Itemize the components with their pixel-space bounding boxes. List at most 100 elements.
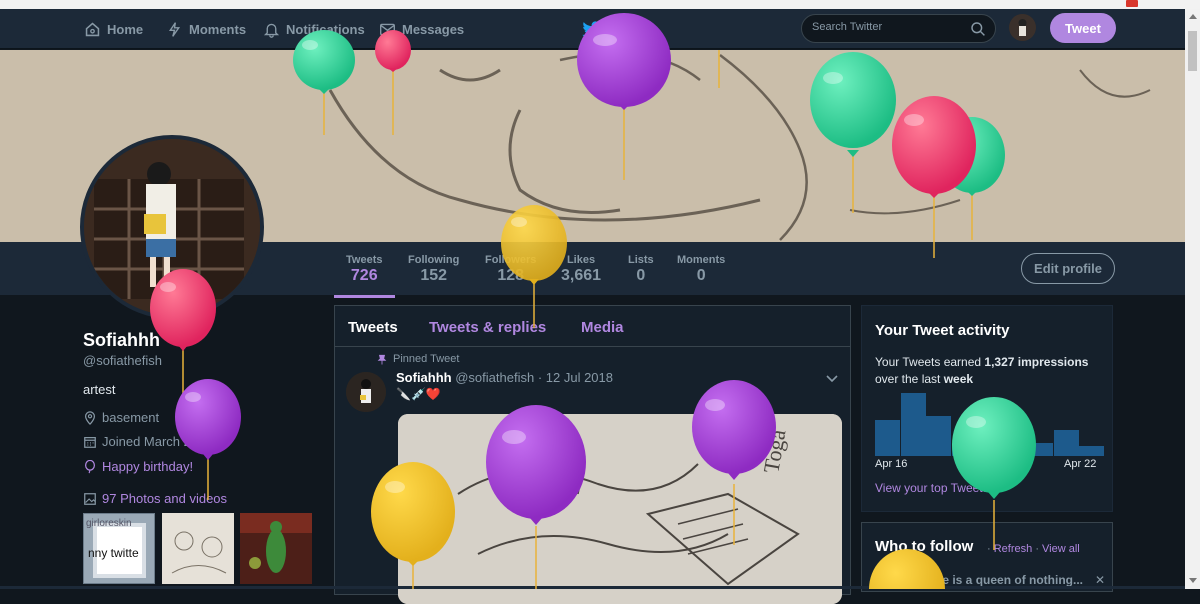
home-icon bbox=[85, 22, 100, 37]
activity-impressions: 1,327 impressions bbox=[984, 355, 1089, 369]
tweet-author-handle[interactable]: @sofiathefish bbox=[455, 370, 534, 385]
nav-notifications[interactable]: Notifications bbox=[263, 21, 365, 38]
activity-bar[interactable] bbox=[1054, 430, 1079, 456]
profile-birthday-text: Happy birthday! bbox=[102, 459, 194, 474]
activity-summary: Your Tweets earned 1,327 impressions ove… bbox=[875, 354, 1105, 388]
tab-tweets-replies[interactable]: Tweets & replies bbox=[429, 319, 546, 336]
stat-value: 0 bbox=[696, 267, 706, 284]
stat-label: Moments bbox=[677, 254, 726, 266]
stat-lists[interactable]: Lists 0 bbox=[628, 254, 654, 285]
pinned-text: Pinned Tweet bbox=[393, 353, 460, 365]
media-thumbnail[interactable] bbox=[162, 513, 234, 584]
profile-joined-text: Joined March 2018 bbox=[102, 434, 213, 449]
media-thumbnails: girloreskin nny twitte bbox=[83, 513, 313, 585]
pinned-label: Pinned Tweet bbox=[377, 353, 459, 365]
profile-avatar[interactable] bbox=[80, 135, 264, 319]
activity-bar[interactable] bbox=[875, 420, 900, 456]
search-icon[interactable] bbox=[970, 21, 986, 37]
tab-media[interactable]: Media bbox=[581, 319, 624, 336]
profile-name[interactable]: Sofiahhh bbox=[83, 330, 323, 351]
profile-info: Sofiahhh @sofiathefish artest basement J… bbox=[83, 330, 323, 506]
stat-value: 152 bbox=[420, 267, 448, 284]
nav-messages[interactable]: Messages bbox=[379, 21, 464, 38]
stat-label: Lists bbox=[628, 254, 654, 266]
page-scrollbar[interactable] bbox=[1185, 9, 1200, 589]
activity-bar[interactable] bbox=[1028, 443, 1053, 456]
nav-notifications-label: Notifications bbox=[286, 22, 365, 37]
media-thumbnail[interactable]: girloreskin nny twitte bbox=[83, 513, 155, 584]
activity-bar[interactable] bbox=[1079, 446, 1104, 456]
refresh-link[interactable]: Refresh bbox=[994, 543, 1033, 555]
lightning-icon bbox=[168, 22, 181, 37]
thumbnail-caption: nny twitte bbox=[88, 546, 139, 560]
thumbnail-caption-top: girloreskin bbox=[86, 518, 132, 529]
photos-videos-text: 97 Photos and videos bbox=[102, 491, 228, 506]
stat-value: 3,661 bbox=[561, 267, 602, 284]
profile-handle[interactable]: @sofiathefish bbox=[83, 353, 323, 368]
profile-location: basement bbox=[83, 410, 159, 425]
activity-bar[interactable] bbox=[926, 416, 951, 456]
media-thumbnail[interactable] bbox=[240, 513, 312, 584]
follow-separator: · bbox=[987, 543, 994, 555]
tweet-text: 🔪💉❤️ bbox=[396, 387, 441, 401]
nav-home-label: Home bbox=[107, 22, 144, 37]
chevron-down-icon[interactable] bbox=[825, 372, 839, 386]
active-tab-indicator bbox=[334, 295, 395, 298]
stat-label: Followers bbox=[485, 254, 537, 266]
view-top-tweets-link[interactable]: View your top Tweets bbox=[875, 481, 989, 495]
top-navbar: Home Moments Notifications Messages Twee… bbox=[0, 9, 1185, 49]
search-box[interactable] bbox=[801, 14, 996, 43]
profile-bio: artest bbox=[83, 382, 116, 397]
tweet-image[interactable]: Toga bbox=[398, 414, 842, 604]
activity-bar[interactable] bbox=[977, 443, 1002, 456]
stat-tweets[interactable]: Tweets 726 bbox=[334, 254, 395, 298]
tweet-author-avatar[interactable] bbox=[346, 372, 386, 412]
suggestion-name[interactable]: She is a queen of nothing... bbox=[927, 573, 1083, 587]
stat-followers[interactable]: Followers 128 bbox=[485, 254, 536, 285]
profile-location-text: basement bbox=[102, 410, 160, 425]
photos-videos-link[interactable]: 97 Photos and videos bbox=[83, 491, 227, 506]
scroll-up-arrow[interactable] bbox=[1189, 14, 1197, 19]
scrollbar-thumb[interactable] bbox=[1188, 31, 1197, 71]
envelope-icon bbox=[380, 23, 395, 36]
activity-text-prefix: Your Tweets earned bbox=[875, 355, 985, 369]
scroll-down-arrow[interactable] bbox=[1189, 578, 1197, 583]
photo-icon bbox=[84, 492, 96, 505]
stat-label: Likes bbox=[566, 254, 596, 266]
activity-bar[interactable] bbox=[952, 443, 977, 456]
activity-bar[interactable] bbox=[1003, 443, 1028, 456]
account-avatar[interactable] bbox=[1009, 14, 1036, 41]
stat-moments[interactable]: Moments 0 bbox=[677, 254, 725, 285]
nav-home[interactable]: Home bbox=[84, 21, 143, 38]
activity-bar-chart[interactable] bbox=[875, 390, 1105, 456]
location-pin-icon bbox=[85, 410, 95, 425]
tweet-header: Sofiahhh @sofiathefish · 12 Jul 2018 bbox=[396, 370, 613, 385]
tweet-activity-card: Your Tweet activity Your Tweets earned 1… bbox=[861, 305, 1113, 512]
dismiss-icon[interactable]: ✕ bbox=[1095, 573, 1105, 587]
tweet-author-name[interactable]: Sofiahhh bbox=[396, 370, 452, 385]
twitter-bird-icon[interactable] bbox=[582, 21, 602, 38]
timeline-panel: Tweets Tweets & replies Media Pinned Twe… bbox=[334, 305, 851, 604]
who-to-follow-card: Who to follow · Refresh · View all She i… bbox=[861, 522, 1113, 592]
chart-axis-start: Apr 16 bbox=[875, 458, 908, 470]
tab-tweets[interactable]: Tweets bbox=[348, 319, 398, 336]
follow-separator: · bbox=[1032, 543, 1043, 555]
nav-moments[interactable]: Moments bbox=[166, 21, 246, 38]
tweet-date[interactable]: · 12 Jul 2018 bbox=[538, 370, 613, 385]
extension-icon[interactable] bbox=[1126, 0, 1138, 7]
calendar-icon bbox=[84, 436, 96, 448]
bell-icon bbox=[263, 23, 280, 38]
activity-bar[interactable] bbox=[901, 393, 926, 456]
profile-birthday[interactable]: Happy birthday! bbox=[83, 459, 193, 474]
nav-moments-label: Moments bbox=[189, 22, 247, 37]
edit-profile-button[interactable]: Edit profile bbox=[1021, 253, 1115, 284]
tweet-button[interactable]: Tweet bbox=[1050, 13, 1116, 43]
follow-links: · Refresh · View all bbox=[987, 543, 1080, 555]
search-input[interactable] bbox=[812, 21, 962, 33]
stat-likes[interactable]: Likes 3,661 bbox=[561, 254, 601, 285]
who-to-follow-title: Who to follow bbox=[875, 538, 974, 555]
stat-following[interactable]: Following 152 bbox=[408, 254, 459, 285]
stat-value: 726 bbox=[350, 267, 378, 284]
nav-messages-label: Messages bbox=[402, 22, 465, 37]
view-all-link[interactable]: View all bbox=[1042, 543, 1080, 555]
